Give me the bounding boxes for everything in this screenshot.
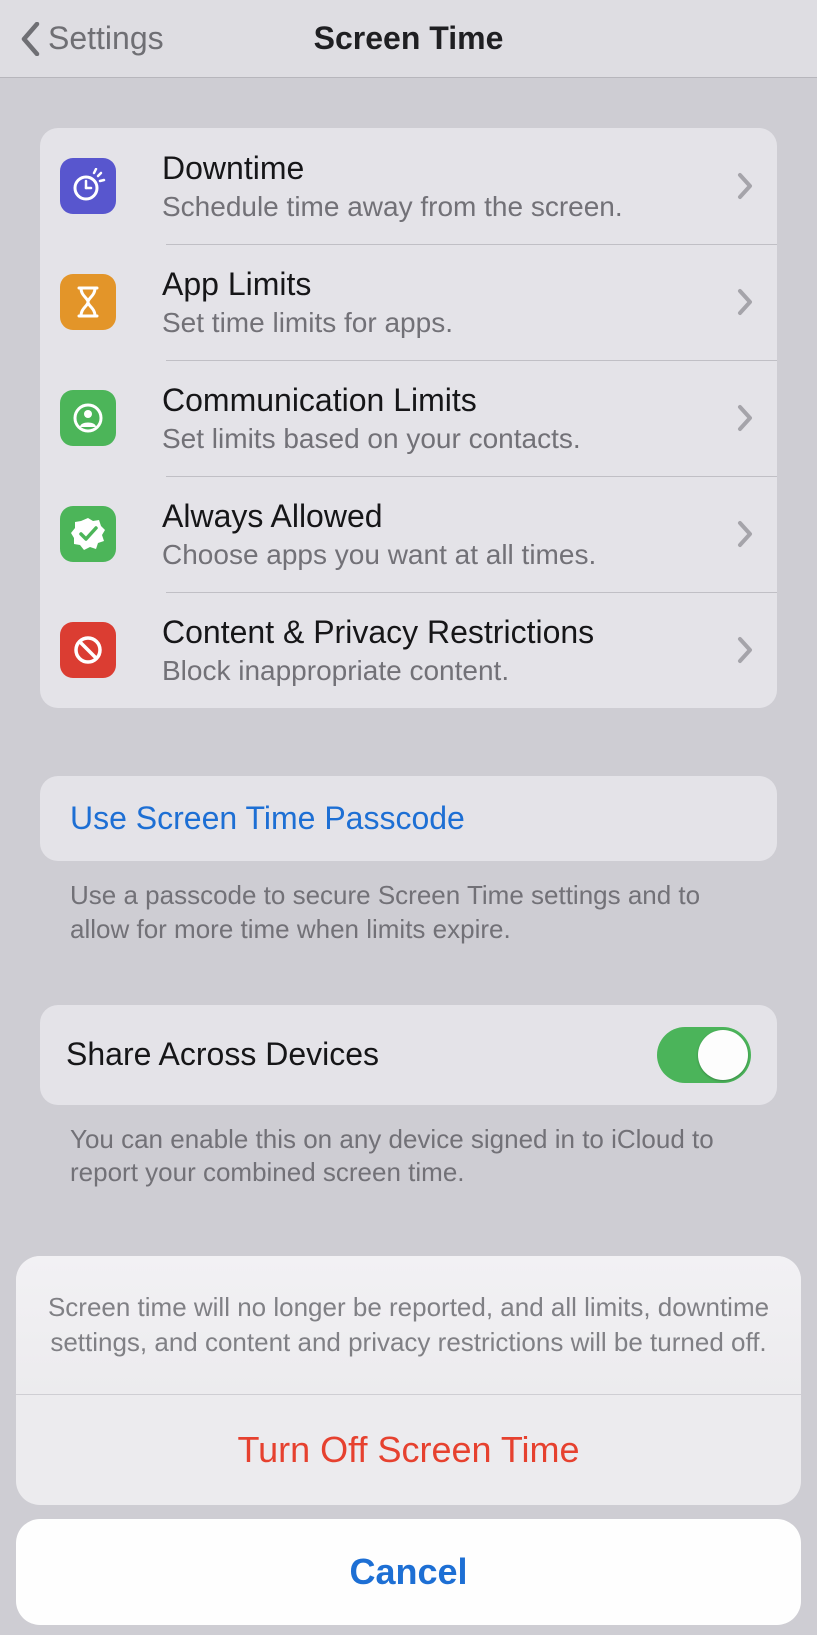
cancel-button[interactable]: Cancel xyxy=(16,1519,801,1625)
row-title: Communication Limits xyxy=(162,382,727,419)
chevron-left-icon xyxy=(20,22,40,56)
row-text: App Limits Set time limits for apps. xyxy=(162,266,727,339)
use-passcode-label: Use Screen Time Passcode xyxy=(70,800,465,836)
always-allowed-row[interactable]: Always Allowed Choose apps you want at a… xyxy=(40,476,777,592)
passcode-footer: Use a passcode to secure Screen Time set… xyxy=(40,861,777,947)
chevron-right-icon xyxy=(737,404,753,432)
back-label: Settings xyxy=(48,20,164,57)
row-subtitle: Schedule time away from the screen. xyxy=(162,191,727,223)
back-button[interactable]: Settings xyxy=(20,20,164,57)
chevron-right-icon xyxy=(737,172,753,200)
row-subtitle: Set time limits for apps. xyxy=(162,307,727,339)
communication-limits-row[interactable]: Communication Limits Set limits based on… xyxy=(40,360,777,476)
share-devices-row: Share Across Devices xyxy=(40,1005,777,1105)
row-text: Content & Privacy Restrictions Block ina… xyxy=(162,614,727,687)
share-devices-toggle[interactable] xyxy=(657,1027,751,1083)
row-text: Downtime Schedule time away from the scr… xyxy=(162,150,727,223)
row-title: Always Allowed xyxy=(162,498,727,535)
use-passcode-button[interactable]: Use Screen Time Passcode xyxy=(40,776,777,861)
downtime-icon xyxy=(60,158,116,214)
row-subtitle: Block inappropriate content. xyxy=(162,655,727,687)
app-limits-row[interactable]: App Limits Set time limits for apps. xyxy=(40,244,777,360)
row-title: App Limits xyxy=(162,266,727,303)
row-text: Always Allowed Choose apps you want at a… xyxy=(162,498,727,571)
chevron-right-icon xyxy=(737,288,753,316)
hourglass-icon xyxy=(60,274,116,330)
chevron-right-icon xyxy=(737,520,753,548)
no-sign-icon xyxy=(60,622,116,678)
nav-bar: Settings Screen Time xyxy=(0,0,817,78)
row-title: Downtime xyxy=(162,150,727,187)
turn-off-screen-time-button[interactable]: Turn Off Screen Time xyxy=(16,1395,801,1505)
action-sheet: Screen time will no longer be reported, … xyxy=(16,1256,801,1625)
person-icon xyxy=(60,390,116,446)
sheet-message: Screen time will no longer be reported, … xyxy=(16,1256,801,1395)
content-privacy-row[interactable]: Content & Privacy Restrictions Block ina… xyxy=(40,592,777,708)
chevron-right-icon xyxy=(737,636,753,664)
row-subtitle: Set limits based on your contacts. xyxy=(162,423,727,455)
row-title: Content & Privacy Restrictions xyxy=(162,614,727,651)
share-devices-footer: You can enable this on any device signed… xyxy=(40,1105,777,1191)
row-subtitle: Choose apps you want at all times. xyxy=(162,539,727,571)
row-text: Communication Limits Set limits based on… xyxy=(162,382,727,455)
downtime-row[interactable]: Downtime Schedule time away from the scr… xyxy=(40,128,777,244)
share-devices-label: Share Across Devices xyxy=(66,1036,379,1073)
checkmark-seal-icon xyxy=(60,506,116,562)
screen-time-options-group: Downtime Schedule time away from the scr… xyxy=(40,128,777,708)
